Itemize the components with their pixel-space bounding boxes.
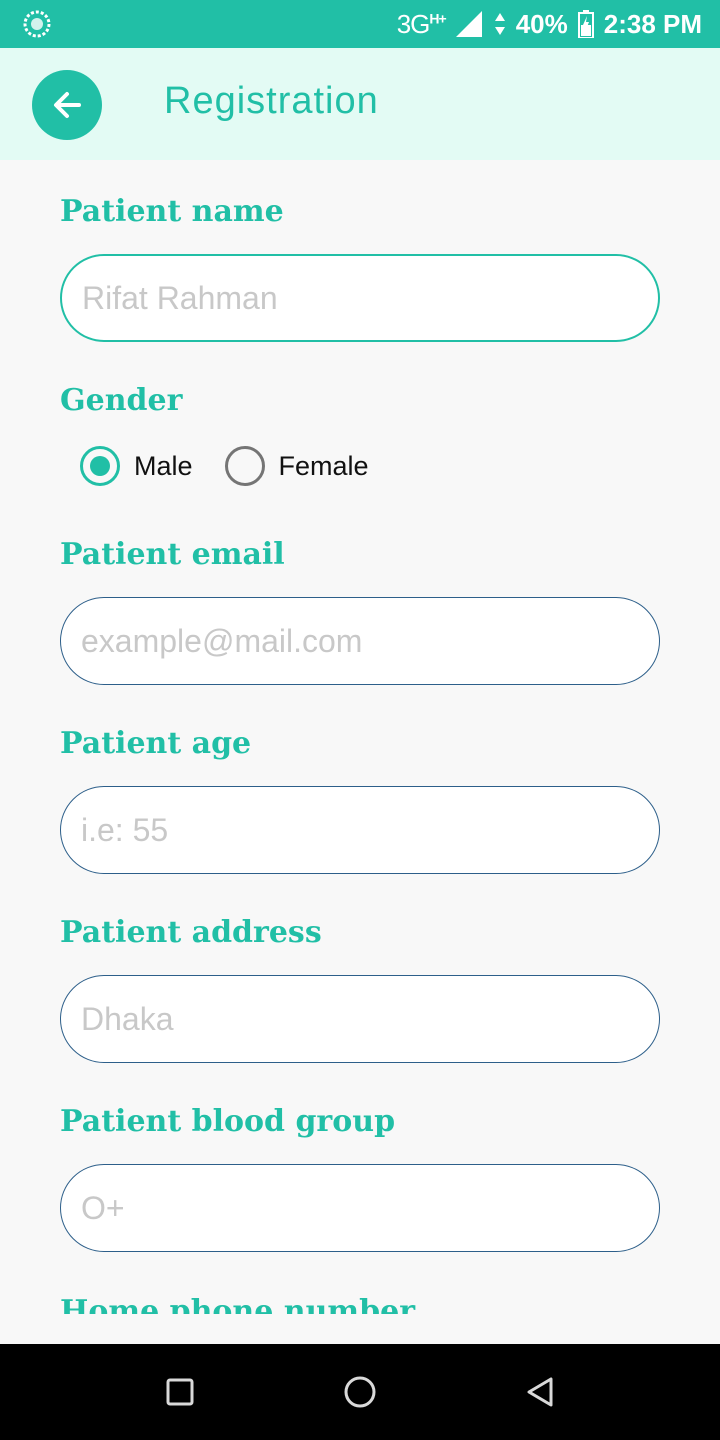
gender-label: Gender [60,383,183,418]
female-radio-button[interactable] [224,446,265,486]
home-phone-label: Home phone number [60,1294,416,1314]
recent-apps-button[interactable] [160,1372,200,1412]
back-nav-button[interactable] [520,1372,560,1412]
male-radio-label: Male [134,450,193,481]
back-button[interactable] [32,70,102,140]
gender-option-female[interactable]: Female [224,446,369,486]
data-arrows-icon [494,13,505,35]
female-radio-label: Female [278,450,369,481]
patient-email-label: Patient email [60,537,285,572]
patient-address-input[interactable] [60,975,660,1063]
gender-option-male[interactable]: Male [80,446,193,486]
arrow-left-icon [54,92,81,118]
triangle-back-icon [527,1377,553,1407]
patient-name-label: Patient name [60,194,284,229]
clock: 2:38 PM [603,8,702,39]
patient-address-label: Patient address [60,915,322,950]
male-radio-button[interactable] [80,446,120,486]
page-title: Registration [164,80,379,122]
network-type: 3GH+ [396,8,447,39]
gender-radio-group: Male Female [80,444,401,488]
home-phone-label-container: Home phone number [0,1290,720,1314]
patient-age-label: Patient age [60,726,252,761]
signal-icon [455,11,482,37]
sync-icon [23,10,51,38]
patient-blood-group-label: Patient blood group [60,1104,396,1139]
home-button[interactable] [340,1372,380,1412]
patient-name-input[interactable] [60,254,660,342]
patient-email-input[interactable] [60,597,660,685]
circle-icon [344,1376,376,1408]
patient-age-input[interactable] [60,786,660,874]
app-bar: Registration [0,48,720,160]
status-bar: 3GH+ 40% 2:38 PM [0,0,720,48]
battery-percent: 40% [515,8,568,39]
square-icon [166,1378,194,1406]
navigation-bar [0,1344,720,1440]
battery-icon [577,10,594,38]
patient-blood-group-input[interactable] [60,1164,660,1252]
